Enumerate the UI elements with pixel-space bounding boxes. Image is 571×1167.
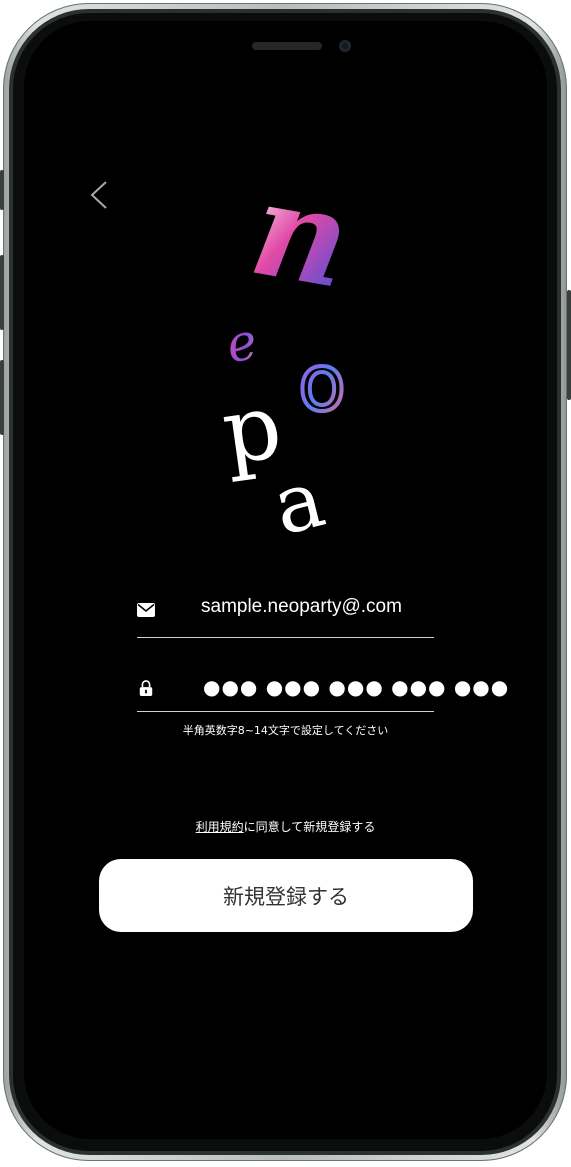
silent-switch [0,170,4,210]
register-button[interactable]: 新規登録する [99,859,473,932]
password-field[interactable]: ●●● ●●● ●●● ●●● ●●● [137,662,508,712]
password-value[interactable]: ●●● ●●● ●●● ●●● ●●● [203,675,509,699]
terms-agreement: 利用規約に同意して新規登録する [100,818,471,835]
logo-letter-a: a [264,452,333,550]
email-field[interactable]: sample.neoparty@.com [137,588,434,638]
register-button-label: 新規登録する [223,884,349,909]
logo-letter-e: e [221,312,262,375]
lock-icon [139,680,153,696]
neopa-logo: n e o p a [216,170,361,550]
email-value[interactable]: sample.neoparty@.com [201,596,402,618]
email-underline [137,637,434,638]
volume-down-button [0,360,4,435]
mail-icon [137,603,155,617]
speaker-grille [252,42,322,50]
power-button [567,290,571,400]
volume-up-button [0,255,4,330]
logo-letter-o: o [298,339,346,429]
password-hint: 半角英数字8~14文字で設定してください [182,724,389,737]
logo-letter-n: n [241,170,361,318]
chevron-left-icon [90,181,107,209]
terms-link[interactable]: 利用規約 [196,820,244,834]
front-camera [339,40,351,52]
password-underline [137,711,434,712]
terms-text: に同意して新規登録する [243,820,376,834]
back-button[interactable] [86,180,114,210]
